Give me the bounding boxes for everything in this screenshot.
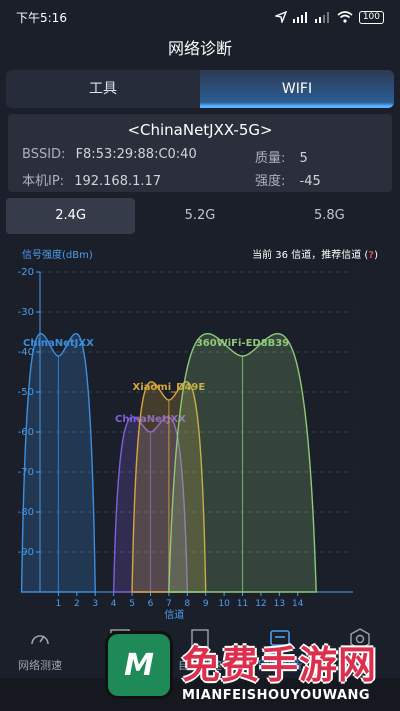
x-tick-label: 6 — [148, 599, 154, 609]
series-label: 360WiFi-ED8B39 — [196, 338, 289, 349]
ssid-label: <ChinaNetJXX-5G> — [127, 121, 273, 139]
x-tick-label: 10 — [218, 599, 230, 609]
tab-tools[interactable]: 工具 — [6, 70, 200, 108]
channel-chart: -20-30-40-50-60-70-80-901 2 3 4 5 6 7 8 9 10 11 12 1… — [18, 267, 353, 620]
bssid-row: BSSID: F8:53:29:88:C0:40 — [22, 147, 197, 162]
x-tick-label: 3 — [92, 599, 98, 609]
strength-key: 强度: — [255, 174, 286, 189]
quality-value: 5 — [299, 151, 308, 166]
strength-row: 强度: -45 — [255, 170, 321, 189]
ip-key: 本机IP: — [22, 174, 65, 189]
bssid-key: BSSID: — [22, 147, 66, 162]
quality-key: 质量: — [255, 151, 286, 166]
band-5-2g[interactable]: 5.2G — [135, 198, 264, 234]
signal-icon — [292, 11, 307, 23]
ip-row: 本机IP: 192.168.1.17 — [22, 170, 161, 189]
speedometer-icon — [31, 635, 49, 645]
band-selector: 2.4G 5.2G 5.8G — [6, 198, 394, 234]
page-title: 网络诊断 — [167, 39, 232, 58]
band-2-4g[interactable]: 2.4G — [6, 198, 136, 234]
battery-icon: 100 — [358, 10, 384, 24]
x-tick-label: 8 — [184, 599, 190, 609]
quality-row: 质量: 5 — [255, 147, 308, 166]
x-tick-label: 4 — [111, 599, 117, 609]
bssid-value: F8:53:29:88:C0:40 — [75, 147, 197, 162]
status-time: 下午5:16 — [16, 10, 67, 25]
ip-value: 192.168.1.17 — [74, 174, 162, 189]
watermark: M 免费手游网 MIANFEISHOUYOUWANG — [108, 628, 398, 708]
x-axis-label: 信道 — [164, 608, 184, 620]
strength-value: -45 — [299, 174, 321, 189]
y-tick-label: -30 — [18, 307, 34, 318]
x-tick-label: 11 — [237, 599, 248, 609]
status-icons: 100 — [274, 10, 384, 24]
x-tick-label: 2 — [74, 599, 80, 609]
tab-wifi[interactable]: WIFI — [200, 70, 394, 108]
wifi-info-card: <ChinaNetJXX-5G> BSSID: F8:53:29:88:C0:4… — [8, 114, 392, 192]
signal-icon-2 — [314, 11, 329, 23]
x-tick-label: 9 — [203, 599, 209, 609]
watermark-subtitle: MIANFEISHOUYOUWANG — [182, 688, 371, 703]
series-label: ChinaNetJXX — [23, 338, 94, 349]
location-arrow-icon — [274, 11, 287, 23]
x-tick-label: 13 — [274, 599, 285, 609]
status-bar: 下午5:16 100 — [0, 0, 400, 34]
nav-speedtest[interactable]: 网络测速 — [0, 622, 80, 672]
x-tick-label: 7 — [166, 599, 172, 609]
band-5-8g[interactable]: 5.8G — [265, 198, 394, 234]
nav-speedtest-label: 网络测速 — [18, 659, 62, 672]
wifi-icon — [337, 11, 353, 23]
x-tick-label: 12 — [255, 599, 266, 609]
y-tick-label: -20 — [18, 267, 34, 278]
x-tick-label: 14 — [292, 599, 304, 609]
watermark-logo: M — [108, 634, 170, 696]
watermark-title: 免费手游网 — [182, 643, 378, 687]
tab-bar: 工具 WIFI — [6, 70, 394, 108]
x-tick-label: 1 — [56, 599, 62, 609]
x-tick-label: 5 — [129, 599, 135, 609]
